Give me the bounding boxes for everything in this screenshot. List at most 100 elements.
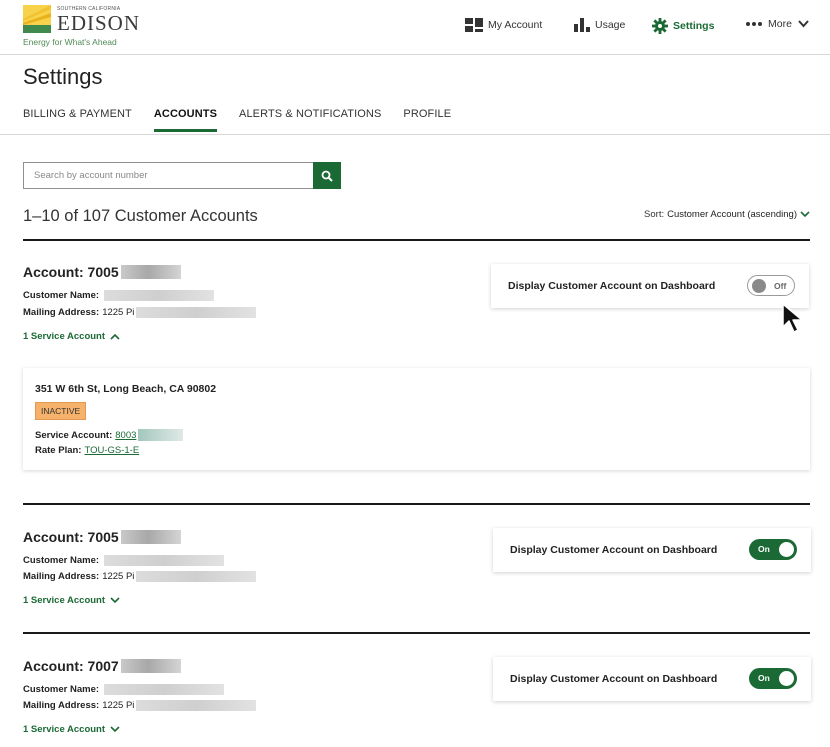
page-title: Settings: [23, 64, 103, 89]
redacted-block: [104, 290, 215, 301]
tab-alerts-notifications[interactable]: ALERTS & NOTIFICATIONS: [239, 108, 381, 132]
service-account-label: Service Account:: [35, 429, 113, 441]
service-accounts-label: 1 Service Account: [23, 331, 106, 342]
dashboard-toggle-card: Display Customer Account on Dashboard On: [493, 528, 811, 572]
account-number: Account: 7005: [23, 529, 119, 545]
dashboard-toggle-card: Display Customer Account on Dashboard On: [493, 657, 811, 701]
dashboard-toggle-label: Display Customer Account on Dashboard: [510, 544, 718, 556]
chevron-up-icon: [110, 333, 120, 340]
mailing-address-value: 1225 Pi: [102, 307, 135, 318]
service-accounts-toggle[interactable]: 1 Service Account: [23, 595, 120, 606]
account-search: [23, 162, 341, 189]
rate-plan-field: Rate Plan: TOU-GS-1-E: [35, 445, 139, 456]
edison-logo[interactable]: SOUTHERN CALIFORNIA EDISON Energy for Wh…: [23, 5, 139, 47]
toggle-state-text: Off: [774, 281, 787, 291]
redacted-block: [120, 659, 181, 673]
customer-name-label: Customer Name:: [23, 555, 100, 566]
account-title: Account: 7007: [23, 658, 181, 674]
customer-name-label: Customer Name:: [23, 684, 100, 695]
mailing-address-label: Mailing Address:: [23, 700, 100, 711]
mailing-address-field: Mailing Address: 1225 Pi: [23, 571, 257, 582]
redacted-block: [136, 307, 257, 318]
service-account-link[interactable]: 8003: [115, 430, 136, 441]
service-accounts-toggle[interactable]: 1 Service Account: [23, 724, 120, 735]
customer-name-field: Customer Name:: [23, 684, 225, 695]
nav-usage[interactable]: Usage: [574, 18, 625, 32]
dashboard-toggle-label: Display Customer Account on Dashboard: [508, 280, 716, 292]
mailing-address-value: 1225 Pi: [102, 700, 135, 711]
settings-tabs: BILLING & PAYMENT ACCOUNTS ALERTS & NOTI…: [23, 108, 473, 132]
mailing-address-label: Mailing Address:: [23, 307, 100, 318]
account-title: Account: 7005: [23, 529, 181, 545]
toggle-state-text: On: [758, 544, 770, 554]
redacted-block: [136, 571, 257, 582]
gear-icon: [652, 18, 668, 34]
dashboard-toggle-switch[interactable]: Off: [747, 275, 795, 296]
tab-accounts[interactable]: ACCOUNTS: [153, 108, 218, 132]
service-account-card: 351 W 6th St, Long Beach, CA 90802 INACT…: [23, 368, 810, 470]
status-badge: INACTIVE: [35, 402, 87, 420]
redacted-block: [120, 530, 181, 544]
search-input[interactable]: [23, 162, 313, 189]
redacted-block: [104, 555, 225, 566]
logo-brand-name: EDISON: [57, 11, 140, 35]
search-icon: [321, 170, 333, 182]
nav-settings-label: Settings: [673, 20, 715, 32]
tab-profile[interactable]: PROFILE: [403, 108, 451, 132]
mouse-cursor-icon: [782, 303, 803, 333]
nav-settings[interactable]: Settings: [652, 18, 714, 34]
logo-tagline: Energy for What's Ahead: [23, 37, 117, 47]
toggle-knob: [779, 671, 794, 686]
more-dots-icon: [745, 21, 763, 27]
toggle-knob: [752, 279, 766, 293]
service-address: 351 W 6th St, Long Beach, CA 90802: [35, 383, 217, 395]
redacted-block: [136, 700, 257, 711]
nav-my-account[interactable]: My Account: [465, 18, 542, 32]
service-account-field: Service Account: 8003: [35, 429, 184, 441]
customer-name-field: Customer Name:: [23, 555, 225, 566]
nav-more[interactable]: More: [745, 18, 809, 30]
sort-label: Sort:: [644, 209, 665, 220]
search-button[interactable]: [313, 162, 341, 189]
customer-name-label: Customer Name:: [23, 290, 100, 301]
chevron-down-icon: [110, 726, 120, 733]
nav-my-account-label: My Account: [488, 19, 543, 31]
chevron-down-icon: [800, 211, 810, 218]
account-number: Account: 7005: [23, 264, 119, 280]
mailing-address-label: Mailing Address:: [23, 571, 100, 582]
dashboard-toggle-switch[interactable]: On: [749, 539, 797, 560]
account-number: Account: 7007: [23, 658, 119, 674]
tab-billing-payment[interactable]: BILLING & PAYMENT: [23, 108, 132, 132]
service-accounts-label: 1 Service Account: [23, 595, 106, 606]
nav-usage-label: Usage: [595, 19, 626, 31]
dashboard-toggle-card: Display Customer Account on Dashboard Of…: [491, 264, 809, 308]
redacted-block: [138, 429, 184, 441]
dashboard-toggle-label: Display Customer Account on Dashboard: [510, 673, 718, 685]
sort-value: Customer Account (ascending): [667, 209, 797, 220]
bar-chart-icon: [574, 18, 590, 32]
dashboard-icon: [465, 18, 483, 32]
mailing-address-value: 1225 Pi: [102, 571, 135, 582]
account-divider: [23, 632, 810, 634]
results-summary: 1–10 of 107 Customer Accounts: [23, 207, 258, 225]
service-accounts-toggle[interactable]: 1 Service Account: [23, 331, 120, 342]
mailing-address-field: Mailing Address: 1225 Pi: [23, 307, 257, 318]
service-accounts-label: 1 Service Account: [23, 724, 106, 735]
nav-more-label: More: [768, 18, 792, 30]
sort-dropdown[interactable]: Sort: Customer Account (ascending): [644, 209, 810, 220]
account-title: Account: 7005: [23, 264, 181, 280]
top-navigation-bar: SOUTHERN CALIFORNIA EDISON Energy for Wh…: [0, 0, 830, 55]
rate-plan-link[interactable]: TOU-GS-1-E: [84, 445, 139, 456]
redacted-block: [104, 684, 225, 695]
rate-plan-label: Rate Plan:: [35, 445, 82, 456]
customer-name-field: Customer Name:: [23, 290, 215, 301]
redacted-block: [120, 265, 181, 279]
account-divider: [23, 503, 810, 505]
toggle-knob: [779, 542, 794, 557]
dashboard-toggle-switch[interactable]: On: [749, 668, 797, 689]
chevron-down-icon: [798, 20, 809, 28]
mailing-address-field: Mailing Address: 1225 Pi: [23, 700, 257, 711]
chevron-down-icon: [110, 597, 120, 604]
toggle-state-text: On: [758, 673, 770, 683]
logo-sun-icon: [23, 5, 51, 33]
